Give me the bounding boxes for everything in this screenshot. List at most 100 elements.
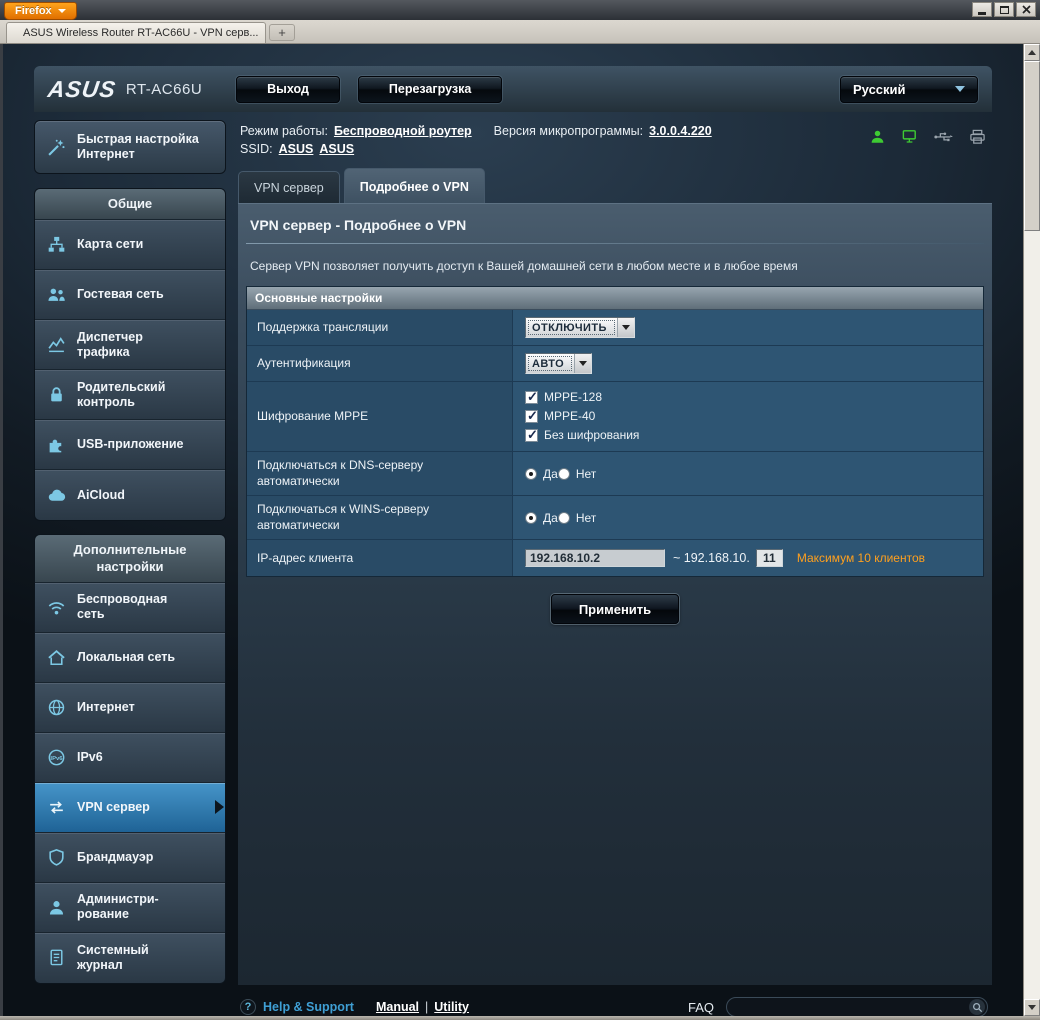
minimize-button[interactable] bbox=[972, 2, 992, 17]
ssid-link-1[interactable]: ASUS bbox=[279, 142, 314, 156]
scroll-up-button[interactable] bbox=[1024, 44, 1040, 61]
sidebar-item-wireless[interactable]: Беспроводная сеть bbox=[35, 582, 225, 633]
sidebar: Быстрая настройка Интернет Общие Карта с… bbox=[34, 120, 226, 1016]
sidebar-item-lan[interactable]: Локальная сеть bbox=[35, 632, 225, 683]
select-arrow-button[interactable] bbox=[574, 354, 592, 373]
clients-icon[interactable] bbox=[869, 128, 886, 145]
close-button[interactable] bbox=[1016, 2, 1036, 17]
utility-link[interactable]: Utility bbox=[434, 1000, 469, 1014]
usb-application-icon bbox=[43, 435, 69, 454]
reboot-button[interactable]: Перезагрузка bbox=[357, 75, 503, 103]
basic-settings-table: Основные настройки Поддержка трансляции … bbox=[246, 286, 984, 578]
mppe-128-checkbox[interactable] bbox=[525, 389, 538, 405]
tab-vpn-details[interactable]: Подробнее о VPN bbox=[343, 168, 485, 203]
footer-separator: | bbox=[425, 1000, 429, 1014]
sidebar-section-advanced: Дополнительные настройки Беспроводная се… bbox=[34, 534, 226, 984]
apply-button[interactable]: Применить bbox=[550, 594, 680, 625]
sidebar-item-ipv6[interactable]: IPv6 IPv6 bbox=[35, 732, 225, 783]
faq-search-input[interactable] bbox=[737, 1000, 969, 1014]
sidebar-item-system-log[interactable]: Системный журнал bbox=[35, 932, 225, 983]
sidebar-item-quick-setup[interactable]: Быстрая настройка Интернет bbox=[34, 120, 226, 174]
setting-row-dns: Подключаться к DNS-серверу автоматически… bbox=[247, 452, 983, 497]
maximize-button[interactable] bbox=[994, 2, 1014, 17]
sidebar-item-network-map[interactable]: Карта сети bbox=[35, 220, 225, 271]
sidebar-item-usb-application[interactable]: USB-приложение bbox=[35, 420, 225, 471]
browser-scrollbar[interactable] bbox=[1023, 44, 1040, 1016]
select-arrow-button[interactable] bbox=[616, 318, 634, 337]
scroll-down-button[interactable] bbox=[1024, 999, 1040, 1016]
sidebar-item-administration[interactable]: Администри- рование bbox=[35, 882, 225, 933]
arrow-up-icon bbox=[1028, 50, 1036, 55]
client-ip-note: Максимум 10 клиентов bbox=[796, 551, 926, 566]
content-panel: VPN сервер - Подробнее о VPN Сервер VPN … bbox=[238, 203, 992, 985]
select-value: ОТКЛЮЧИТЬ bbox=[526, 318, 617, 337]
sidebar-item-guest-network[interactable]: Гостевая сеть bbox=[35, 270, 225, 321]
dns-no-radio[interactable] bbox=[557, 467, 570, 480]
sidebar-item-label: IPv6 bbox=[77, 749, 103, 764]
wins-yes-radio[interactable] bbox=[525, 511, 537, 524]
traffic-manager-icon bbox=[43, 335, 69, 354]
page-background: ASUS RT-AC66U Выход Перезагрузка Русский bbox=[3, 44, 1023, 1016]
router-ui: ASUS RT-AC66U Выход Перезагрузка Русский bbox=[34, 66, 992, 1016]
client-ip-end-input[interactable] bbox=[755, 549, 783, 568]
help-icon: ? bbox=[240, 999, 256, 1015]
wireless-icon bbox=[43, 598, 69, 617]
logout-button[interactable]: Выход bbox=[236, 75, 340, 103]
sidebar-item-internet[interactable]: Интернет bbox=[35, 682, 225, 733]
sidebar-item-vpn-server[interactable]: VPN сервер bbox=[35, 782, 225, 833]
sidebar-item-firewall[interactable]: Брандмауэр bbox=[35, 832, 225, 883]
chevron-down-icon bbox=[955, 86, 965, 92]
tab-vpn-server[interactable]: VPN сервер bbox=[238, 171, 340, 203]
manual-link[interactable]: Manual bbox=[376, 1000, 419, 1014]
system-log-icon bbox=[43, 948, 69, 967]
sidebar-item-label: Локальная сеть bbox=[77, 649, 176, 664]
chevron-down-icon bbox=[579, 361, 588, 366]
language-selector[interactable]: Русский bbox=[840, 75, 978, 103]
scrollbar-track[interactable] bbox=[1024, 61, 1040, 999]
footer: ? Help & Support Manual | Utility FAQ bbox=[238, 985, 992, 1016]
select-value: АВТО bbox=[526, 354, 574, 373]
sidebar-item-label: Интернет bbox=[77, 699, 135, 714]
sidebar-item-parental-control[interactable]: Родительский контроль bbox=[35, 370, 225, 421]
firefox-menu-button[interactable]: Firefox bbox=[4, 2, 77, 20]
new-tab-button[interactable]: + bbox=[269, 24, 295, 41]
scrollbar-thumb[interactable] bbox=[1024, 61, 1040, 231]
help-support-link[interactable]: Help & Support bbox=[263, 1000, 354, 1014]
wins-no-radio[interactable] bbox=[557, 511, 570, 524]
sidebar-section-advanced-title: Дополнительные настройки bbox=[35, 535, 225, 583]
client-ip-separator: ~ 192.168.10. bbox=[673, 551, 750, 566]
radio-label: Да bbox=[543, 510, 558, 525]
sidebar-section-general-title: Общие bbox=[35, 189, 225, 221]
minimize-icon bbox=[978, 11, 986, 15]
ssid-link-2[interactable]: ASUS bbox=[319, 142, 354, 156]
printer-icon[interactable] bbox=[969, 129, 986, 145]
no-encryption-checkbox[interactable] bbox=[525, 427, 538, 443]
operation-mode-link[interactable]: Беспроводной роутер bbox=[334, 124, 472, 138]
broadcast-support-label: Поддержка трансляции bbox=[257, 319, 389, 334]
magic-wand-icon bbox=[43, 138, 69, 157]
magnifier-icon bbox=[972, 1002, 982, 1012]
tab-title: ASUS Wireless Router RT-AC66U - VPN серв… bbox=[23, 27, 259, 39]
dns-yes-radio[interactable] bbox=[525, 467, 537, 480]
administration-icon bbox=[43, 898, 69, 917]
dns-auto-label: Подключаться к DNS-серверу автоматически bbox=[257, 458, 424, 488]
sidebar-item-aicloud[interactable]: AiCloud bbox=[35, 470, 225, 521]
sidebar-item-label: Беспроводная сеть bbox=[77, 592, 168, 622]
checkbox-label: MPPE-40 bbox=[544, 409, 596, 423]
client-ip-start-input[interactable] bbox=[525, 549, 665, 568]
sidebar-item-traffic-manager[interactable]: Диспетчер трафика bbox=[35, 320, 225, 371]
aicloud-icon bbox=[43, 486, 69, 505]
svg-text:IPv6: IPv6 bbox=[50, 756, 63, 762]
usb-icon[interactable] bbox=[934, 129, 954, 144]
faq-label: FAQ bbox=[687, 999, 714, 1015]
network-monitor-icon[interactable] bbox=[901, 128, 919, 145]
sidebar-item-label: Быстрая настройка Интернет bbox=[77, 132, 199, 161]
faq-search-box bbox=[726, 997, 988, 1016]
firmware-version-link[interactable]: 3.0.0.4.220 bbox=[649, 124, 712, 138]
mppe-40-checkbox[interactable] bbox=[525, 408, 538, 424]
broadcast-support-select[interactable]: ОТКЛЮЧИТЬ bbox=[525, 317, 635, 338]
search-button[interactable] bbox=[969, 999, 985, 1015]
browser-tab[interactable]: ASUS Wireless Router RT-AC66U - VPN серв… bbox=[6, 22, 266, 43]
authentication-select[interactable]: АВТО bbox=[525, 353, 593, 374]
sidebar-item-label: USB-приложение bbox=[77, 437, 184, 452]
